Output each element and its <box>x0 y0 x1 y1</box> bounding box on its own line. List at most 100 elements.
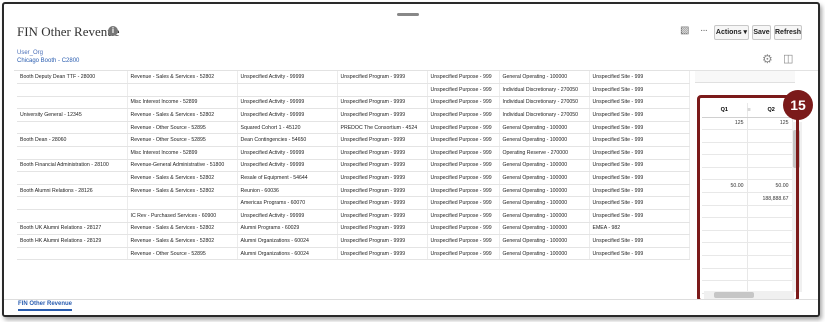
row-header-cell[interactable]: General Operating - 100000 <box>499 71 590 85</box>
row-header-cell[interactable]: Unspecified Site - 999 <box>589 121 690 135</box>
row-header-cell[interactable]: Revenue - Other Source - 52895 <box>127 247 238 261</box>
more-options-icon[interactable]: ··· <box>700 25 708 36</box>
row-header-cell[interactable]: Revenue - Sales & Services - 52802 <box>127 184 238 198</box>
row-header-cell[interactable]: Unspecified Site - 999 <box>589 184 690 198</box>
row-header-cell[interactable]: Squared Cohort 1 - 45120 <box>237 121 338 135</box>
row-header-cell[interactable]: Unspecified Purpose - 999 <box>427 71 500 85</box>
row-header-cell[interactable] <box>337 83 428 97</box>
row-header-cell[interactable] <box>17 146 128 160</box>
row-header-cell[interactable]: Revenue - Sales & Services - 52802 <box>127 222 238 236</box>
row-header-cell[interactable]: Operating Reserve - 270000 <box>499 146 590 160</box>
row-header-cell[interactable]: Booth Dean - 28060 <box>17 133 128 148</box>
row-header-cell[interactable]: Unspecified Site - 999 <box>589 247 690 261</box>
row-header-cell[interactable]: Unspecified Site - 999 <box>589 196 690 211</box>
row-header-cell[interactable]: Revenue - Other Source - 52895 <box>127 133 238 148</box>
row-header-cell[interactable]: Unspecified Program - 9999 <box>337 247 428 261</box>
row-header-cell[interactable]: Alumni Programs - 60029 <box>237 222 338 236</box>
row-header-cell[interactable]: General Operating - 100000 <box>499 121 590 135</box>
row-header-cell[interactable]: Unspecified Program - 9999 <box>337 146 428 160</box>
row-header-cell[interactable]: General Operating - 100000 <box>499 171 590 185</box>
info-icon[interactable]: i <box>108 26 118 36</box>
row-header-cell[interactable]: Unspecified Site - 999 <box>589 234 690 248</box>
row-header-cell[interactable]: Unspecified Purpose - 999 <box>427 83 500 97</box>
row-header-cell[interactable]: Unspecified Purpose - 999 <box>427 96 500 110</box>
row-header-cell[interactable]: General Operating - 100000 <box>499 247 590 261</box>
row-header-cell[interactable]: Unspecified Program - 9999 <box>337 159 428 173</box>
settings-gear-icon[interactable]: ⚙ <box>762 52 773 66</box>
row-header-cell[interactable]: Individual Discretionary - 270050 <box>499 83 590 97</box>
row-header-cell[interactable]: Unspecified Activity - 99999 <box>237 108 338 122</box>
row-header-cell[interactable]: Unspecified Purpose - 999 <box>427 108 500 122</box>
drag-handle[interactable] <box>397 13 419 16</box>
row-header-cell[interactable]: Unspecified Program - 9999 <box>337 71 428 85</box>
save-button[interactable]: Save <box>752 25 771 40</box>
row-header-cell[interactable] <box>17 83 128 97</box>
row-header-cell[interactable]: Revenue - Sales & Services - 52802 <box>127 71 238 85</box>
row-header-cell[interactable]: Unspecified Purpose - 999 <box>427 247 500 261</box>
row-header-cell[interactable]: Unspecified Program - 9999 <box>337 133 428 148</box>
pov-value[interactable]: Chicago Booth - C2800 <box>17 58 79 64</box>
row-header-cell[interactable]: Unspecified Site - 999 <box>589 159 690 173</box>
row-header-cell[interactable]: Unspecified Site - 999 <box>589 96 690 110</box>
row-header-cell[interactable]: Booth Deputy Dean TTF - 28000 <box>17 71 128 85</box>
row-header-cell[interactable]: Booth UK Alumni Relations - 28127 <box>17 222 128 236</box>
row-header-cell[interactable]: Revenue - Sales & Services - 52802 <box>127 234 238 248</box>
row-header-cell[interactable]: Unspecified Program - 9999 <box>337 96 428 110</box>
row-header-cell[interactable]: Americas Programs - 60070 <box>237 196 338 211</box>
row-header-cell[interactable] <box>17 247 128 261</box>
row-header-cell[interactable]: IC Rev - Purchased Services - 60900 <box>127 209 238 223</box>
row-header-cell[interactable]: Unspecified Activity - 99999 <box>237 71 338 85</box>
row-header-cell[interactable]: Unspecified Site - 999 <box>589 108 690 122</box>
row-header-cell[interactable]: Alumni Organizations - 60024 <box>237 234 338 248</box>
row-header-cell[interactable]: Revenue - Sales & Services - 52802 <box>127 171 238 185</box>
row-header-cell[interactable] <box>17 96 128 110</box>
row-header-cell[interactable] <box>17 209 128 223</box>
row-header-cell[interactable]: General Operating - 100000 <box>499 133 590 148</box>
row-header-cell[interactable]: Unspecified Activity - 99999 <box>237 159 338 173</box>
row-header-cell[interactable]: Individual Discretionary - 270050 <box>499 96 590 110</box>
row-header-cell[interactable]: General Operating - 100000 <box>499 209 590 223</box>
row-header-cell[interactable]: Unspecified Site - 999 <box>589 133 690 148</box>
row-header-cell[interactable] <box>127 196 238 211</box>
row-header-cell[interactable]: Unspecified Purpose - 999 <box>427 222 500 236</box>
row-header-cell[interactable]: EMEA - 982 <box>589 222 690 236</box>
row-header-cell[interactable]: Booth HK Alumni Relations - 28129 <box>17 234 128 248</box>
row-header-cell[interactable] <box>237 83 338 97</box>
row-header-cell[interactable]: General Operating - 100000 <box>499 196 590 211</box>
row-header-cell[interactable]: Unspecified Activity - 99999 <box>237 209 338 223</box>
row-header-cell[interactable]: Alumni Organizations - 60024 <box>237 247 338 261</box>
row-header-cell[interactable]: Unspecified Activity - 99999 <box>237 146 338 160</box>
refresh-button[interactable]: Refresh <box>774 25 802 40</box>
row-header-cell[interactable]: Unspecified Purpose - 999 <box>427 171 500 185</box>
actions-button[interactable]: Actions ▾ <box>714 25 749 40</box>
row-header-cell[interactable]: Unspecified Purpose - 999 <box>427 133 500 148</box>
row-header-cell[interactable]: Unspecified Program - 9999 <box>337 222 428 236</box>
row-header-cell[interactable]: Dean Contingencies - 54650 <box>237 133 338 148</box>
row-header-cell[interactable]: Unspecified Purpose - 999 <box>427 209 500 223</box>
row-header-cell[interactable]: Unspecified Purpose - 999 <box>427 184 500 198</box>
row-header-cell[interactable] <box>17 171 128 185</box>
row-header-cell[interactable]: Unspecified Activity - 99999 <box>237 96 338 110</box>
row-header-cell[interactable]: Revenue-General Administrative - 51800 <box>127 159 238 173</box>
layout-icon[interactable]: ◫ <box>783 52 793 65</box>
row-header-cell[interactable]: Unspecified Program - 9999 <box>337 209 428 223</box>
row-header-cell[interactable]: Unspecified Purpose - 999 <box>427 196 500 211</box>
row-header-cell[interactable]: Reunion - 60036 <box>237 184 338 198</box>
row-header-cell[interactable]: Unspecified Site - 999 <box>589 209 690 223</box>
comment-icon[interactable]: ▧ <box>680 25 689 36</box>
row-header-cell[interactable]: Unspecified Purpose - 999 <box>427 234 500 248</box>
row-header-cell[interactable]: Unspecified Program - 9999 <box>337 196 428 211</box>
row-header-cell[interactable]: Unspecified Program - 9999 <box>337 108 428 122</box>
row-header-cell[interactable]: Unspecified Program - 9999 <box>337 184 428 198</box>
row-header-cell[interactable]: Individual Discretionary - 270050 <box>499 108 590 122</box>
pov-selector[interactable]: User_Org Chicago Booth - C2800 <box>17 50 79 64</box>
row-header-cell[interactable]: Unspecified Site - 999 <box>589 171 690 185</box>
tab-fin-other-revenue[interactable]: FIN Other Revenue <box>18 301 73 311</box>
row-header-cell[interactable] <box>17 121 128 135</box>
row-header-cell[interactable]: Unspecified Purpose - 999 <box>427 159 500 173</box>
row-header-cell[interactable]: General Operating - 100000 <box>499 184 590 198</box>
row-header-cell[interactable]: Unspecified Program - 9999 <box>337 171 428 185</box>
row-header-cell[interactable]: Booth Alumni Relations - 28126 <box>17 184 128 198</box>
row-header-cell[interactable]: Unspecified Purpose - 999 <box>427 146 500 160</box>
row-header-cell[interactable]: Unspecified Site - 999 <box>589 83 690 97</box>
